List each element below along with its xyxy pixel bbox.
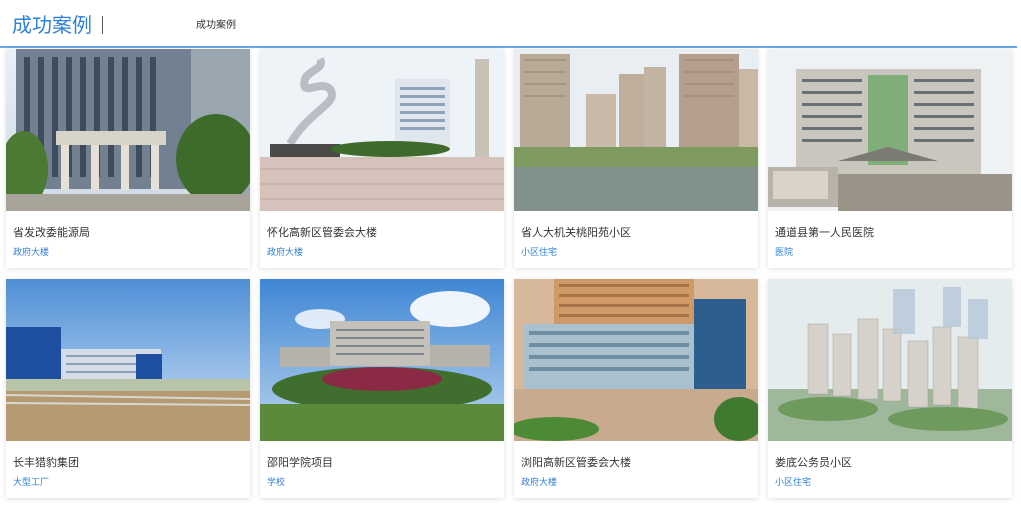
case-name: 通道县第一人民医院 <box>775 226 874 239</box>
case-category: 学校 <box>267 478 286 488</box>
section-header: 成功案例 成功案例 <box>0 0 1017 48</box>
case-card[interactable]: 省发改委能源局 政府大楼 <box>6 49 250 268</box>
case-card[interactable]: 浏阳高新区管委会大楼 政府大楼 <box>514 279 758 498</box>
case-name: 邵阳学院项目 <box>267 456 333 469</box>
case-category: 政府大楼 <box>267 248 304 258</box>
hospital-building-photo[interactable] <box>768 49 1012 211</box>
breadcrumb-link[interactable]: 成功案例 <box>196 19 236 33</box>
case-category: 小区住宅 <box>521 248 558 258</box>
case-category: 政府大楼 <box>13 248 50 258</box>
case-card[interactable]: 通道县第一人民医院 医院 <box>768 49 1012 268</box>
success-cases-page: 成功案例 成功案例 省发改委能源局 政府大楼 怀化高新区管委会大楼 政府大楼 省… <box>0 0 1021 505</box>
case-card[interactable]: 娄底公务员小区 小区住宅 <box>768 279 1012 498</box>
college-campus-photo[interactable] <box>260 279 504 441</box>
case-category: 大型工厂 <box>13 478 50 488</box>
case-card[interactable]: 长丰猎豹集团 大型工厂 <box>6 279 250 498</box>
case-name: 省人大机关桃阳苑小区 <box>521 226 631 239</box>
case-name: 娄底公务员小区 <box>775 456 852 469</box>
residential-towers-lake-photo[interactable] <box>514 49 758 211</box>
case-category: 小区住宅 <box>775 478 812 488</box>
case-name: 省发改委能源局 <box>13 226 90 239</box>
plaza-sculpture-photo[interactable] <box>260 49 504 211</box>
case-card[interactable]: 怀化高新区管委会大楼 政府大楼 <box>260 49 504 268</box>
title-divider <box>102 16 103 34</box>
case-card[interactable]: 邵阳学院项目 学校 <box>260 279 504 498</box>
residential-aerial-render-photo[interactable] <box>768 279 1012 441</box>
government-building-photo[interactable] <box>6 49 250 211</box>
case-card[interactable]: 省人大机关桃阳苑小区 小区住宅 <box>514 49 758 268</box>
case-category: 医院 <box>775 248 794 258</box>
case-name: 浏阳高新区管委会大楼 <box>521 456 631 469</box>
case-category: 政府大楼 <box>521 478 558 488</box>
office-complex-photo[interactable] <box>514 279 758 441</box>
factory-photo[interactable] <box>6 279 250 441</box>
case-name: 怀化高新区管委会大楼 <box>267 226 377 239</box>
case-name: 长丰猎豹集团 <box>13 456 79 469</box>
section-title: 成功案例 <box>12 13 92 37</box>
